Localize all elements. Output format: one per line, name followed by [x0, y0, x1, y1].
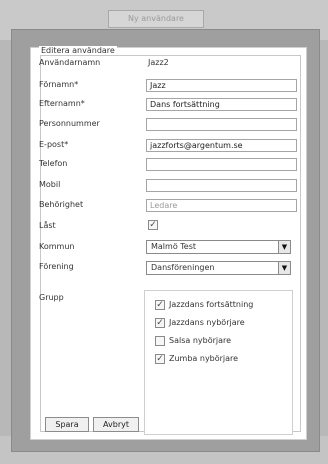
username-value: Jazz2: [148, 58, 169, 67]
personal-number-label: Personnummer: [39, 119, 100, 128]
group-checkbox[interactable]: [155, 336, 165, 346]
username-label: Användarnamn: [39, 58, 101, 67]
firstname-label: Förnamn*: [39, 80, 79, 89]
group-label: Grupp: [39, 293, 64, 302]
mobile-input[interactable]: [146, 179, 297, 192]
phone-input[interactable]: [146, 158, 297, 171]
municipality-selected-value: Malmö Test: [151, 242, 197, 251]
group-item-label: Jazzdans nybörjare: [169, 318, 245, 327]
municipality-select[interactable]: Malmö Test ▼: [146, 240, 291, 254]
background-tab-new-user: Ny användare: [108, 10, 204, 28]
chevron-down-icon[interactable]: ▼: [278, 241, 290, 253]
locked-label: Låst: [39, 221, 56, 230]
association-selected-value: Dansföreningen: [151, 263, 215, 272]
association-select[interactable]: Dansföreningen ▼: [146, 261, 291, 275]
mobile-label: Mobil: [39, 180, 61, 189]
locked-checkbox[interactable]: ✓: [148, 220, 158, 230]
lastname-input[interactable]: Dans fortsättning: [146, 98, 297, 111]
group-item-label: Jazzdans fortsättning: [169, 300, 254, 309]
firstname-input[interactable]: Jazz: [146, 79, 297, 92]
group-item-label: Zumba nybörjare: [169, 354, 239, 363]
group-checkbox[interactable]: ✓: [155, 318, 165, 328]
phone-label: Telefon: [39, 159, 68, 168]
municipality-label: Kommun: [39, 242, 75, 251]
save-button[interactable]: Spara: [45, 417, 89, 432]
cancel-button[interactable]: Avbryt: [93, 417, 139, 432]
email-input[interactable]: jazzforts@argentum.se: [146, 139, 297, 152]
group-checkbox[interactable]: ✓: [155, 300, 165, 310]
group-item-label: Salsa nybörjare: [169, 336, 232, 345]
permission-label: Behörighet: [39, 200, 84, 209]
email-label: E-post*: [39, 140, 69, 149]
fieldset-legend: Editera användare: [39, 46, 117, 55]
personal-number-input[interactable]: [146, 118, 297, 131]
association-label: Förening: [39, 262, 74, 271]
group-checkbox-list: ✓ Jazzdans fortsättning ✓ Jazzdans nybör…: [144, 290, 293, 435]
group-checkbox[interactable]: ✓: [155, 354, 165, 364]
lastname-label: Efternamn*: [39, 99, 85, 108]
chevron-down-icon[interactable]: ▼: [278, 262, 290, 274]
permission-input[interactable]: Ledare: [146, 199, 297, 212]
